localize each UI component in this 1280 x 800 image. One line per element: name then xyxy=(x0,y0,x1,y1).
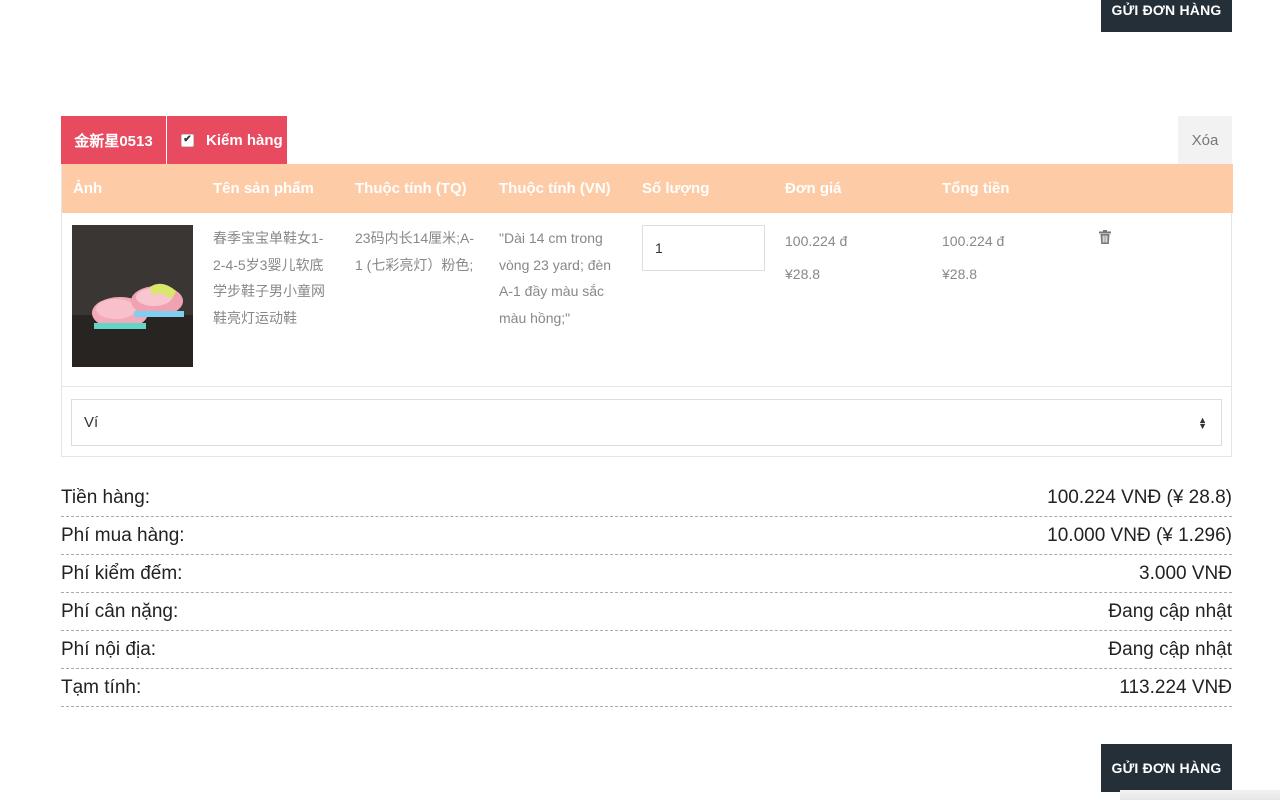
shop-header: 金新星0513 ✔ Kiểm hàng Xóa xyxy=(61,116,1232,164)
attr-vn: "Dài 14 cm trong vòng 23 yard; đèn A-1 đ… xyxy=(499,225,624,331)
product-table: Ảnh Tên sản phẩm Thuộc tính (TQ) Thuộc t… xyxy=(61,164,1233,457)
summary-row: Phí mua hàng: 10.000 VNĐ (¥ 1.296) xyxy=(61,518,1232,555)
summary-value: 100.224 VNĐ (¥ 28.8) xyxy=(1047,487,1232,508)
summary-label: Tạm tính: xyxy=(61,677,142,698)
summary-row: Phí kiểm đếm: 3.000 VNĐ xyxy=(61,556,1232,593)
trash-icon[interactable] xyxy=(1099,230,1111,244)
product-name[interactable]: 春季宝宝单鞋女1- 2-4-5岁3婴儿软底 学步鞋子男小童网 鞋亮灯运动鞋 xyxy=(213,225,338,331)
attr-tq: 23码内长14厘米;A- 1 (七彩亮灯）粉色; xyxy=(355,225,485,278)
summary-value: Đang cập nhật xyxy=(1108,639,1232,660)
summary-row: Tiền hàng: 100.224 VNĐ (¥ 28.8) xyxy=(61,480,1232,517)
shop-name[interactable]: 金新星0513 xyxy=(61,116,166,164)
delete-shop-button[interactable]: Xóa xyxy=(1178,116,1232,164)
name-line: 春季宝宝单鞋女1- xyxy=(213,230,324,246)
summary-value: 3.000 VNĐ xyxy=(1139,563,1232,584)
inspect-toggle[interactable]: ✔ Kiểm hàng xyxy=(167,116,287,164)
name-line: 鞋亮灯运动鞋 xyxy=(213,309,297,326)
attr-vn-line: màu hồng;" xyxy=(499,309,571,326)
header-attr-vn: Thuộc tính (VN) xyxy=(499,180,611,197)
header-quantity: Số lượng xyxy=(642,180,710,197)
summary-label: Phí mua hàng: xyxy=(61,525,185,546)
total-vnd: 100.224 đ xyxy=(942,233,1005,249)
header-image: Ảnh xyxy=(73,180,103,197)
order-summary: Tiền hàng: 100.224 VNĐ (¥ 28.8) Phí mua … xyxy=(61,480,1232,708)
summary-label: Phí cân nặng: xyxy=(61,601,179,622)
attr-tq-line: 23码内长14厘米;A- xyxy=(355,230,475,246)
row-divider xyxy=(62,386,1231,387)
unit-price-cny: ¥28.8 xyxy=(785,266,821,282)
payment-method-value: Ví xyxy=(84,414,99,431)
summary-value: 113.224 VNĐ xyxy=(1119,677,1232,698)
total-price: 100.224 đ ¥28.8 xyxy=(942,225,1004,291)
name-line: 2-4-5岁3婴儿软底 xyxy=(213,256,324,273)
quantity-input[interactable]: 1 xyxy=(642,225,765,271)
submit-order-button-top[interactable]: GỬI ĐƠN HÀNG xyxy=(1101,0,1232,32)
table-header: Ảnh Tên sản phẩm Thuộc tính (TQ) Thuộc t… xyxy=(62,164,1233,213)
pink-sneaker-icon xyxy=(72,225,193,367)
header-unit-price: Đơn giá xyxy=(785,180,842,197)
attr-vn-line: vòng 23 yard; đèn xyxy=(499,256,612,273)
attr-tq-line: 1 (七彩亮灯）粉色; xyxy=(355,256,474,273)
header-attr-tq: Thuộc tính (TQ) xyxy=(355,180,467,197)
summary-row: Phí nội địa: Đang cập nhật xyxy=(61,632,1232,669)
payment-method-select[interactable]: Ví ▲ ▼ xyxy=(71,399,1222,446)
attr-vn-line: A-1 đầy màu sắc xyxy=(499,283,605,299)
attr-vn-line: "Dài 14 cm trong xyxy=(499,230,603,246)
submit-order-button-bottom[interactable]: GỬI ĐƠN HÀNG xyxy=(1101,744,1232,792)
summary-row: Phí cân nặng: Đang cập nhật xyxy=(61,594,1232,631)
select-arrows-icon: ▲ ▼ xyxy=(1198,414,1207,431)
unit-price-vnd: 100.224 đ xyxy=(785,233,848,249)
summary-value: Đang cập nhật xyxy=(1108,601,1232,622)
unit-price: 100.224 đ ¥28.8 xyxy=(785,225,847,291)
total-cny: ¥28.8 xyxy=(942,266,978,282)
summary-label: Tiền hàng: xyxy=(61,487,151,508)
summary-value: 10.000 VNĐ (¥ 1.296) xyxy=(1047,525,1232,546)
page-corner-shadow xyxy=(1120,790,1280,800)
inspect-label: Kiểm hàng xyxy=(206,131,283,149)
product-image[interactable] xyxy=(72,225,193,367)
name-line: 学步鞋子男小童网 xyxy=(213,283,325,299)
summary-label: Phí nội địa: xyxy=(61,639,157,660)
inspect-checkbox[interactable]: ✔ xyxy=(181,133,194,147)
summary-row: Tạm tính: 113.224 VNĐ xyxy=(61,670,1232,707)
header-total: Tổng tiền xyxy=(942,180,1010,197)
summary-label: Phí kiểm đếm: xyxy=(61,563,183,584)
header-product-name: Tên sản phẩm xyxy=(213,180,314,197)
